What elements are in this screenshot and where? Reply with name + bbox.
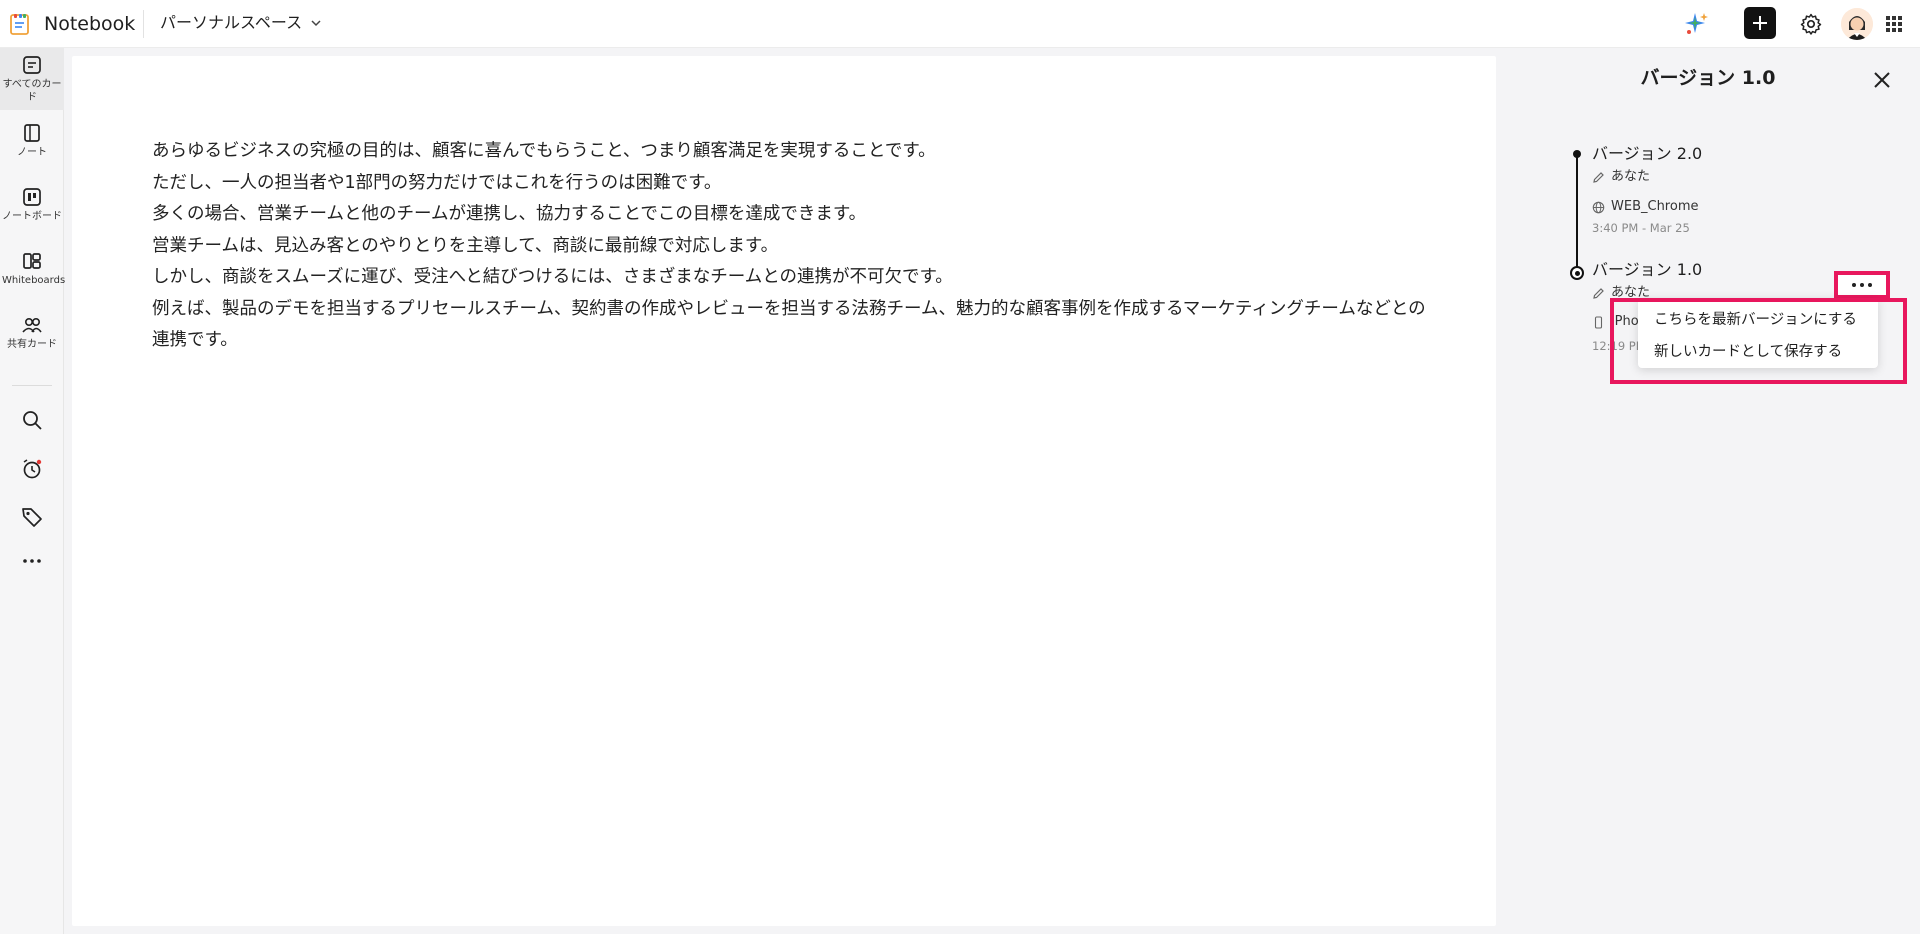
- tag-icon[interactable]: [20, 505, 44, 529]
- app-title: Notebook: [44, 13, 136, 35]
- timeline-current-marker: [1570, 266, 1584, 280]
- pencil-icon: [1593, 287, 1604, 299]
- sidebar-item-note[interactable]: ノート: [0, 122, 64, 159]
- sparkle-icon[interactable]: [1680, 8, 1712, 40]
- alarm-icon[interactable]: [20, 457, 44, 481]
- note-icon: [24, 124, 40, 142]
- version-device: WEB_Chrome: [1592, 198, 1698, 216]
- more-icon: [1852, 283, 1872, 287]
- all-cards-icon: [23, 56, 41, 74]
- pencil-icon: [1593, 171, 1604, 183]
- version-name[interactable]: バージョン 1.0: [1592, 259, 1702, 281]
- whiteboard-icon: [23, 253, 41, 269]
- sidebar-item-noteboard[interactable]: ノートボード: [0, 186, 64, 223]
- topbar-divider: [143, 10, 144, 38]
- avatar[interactable]: [1841, 8, 1873, 40]
- people-icon: [22, 318, 42, 333]
- sidebar-item-label: ノート: [17, 147, 47, 158]
- author-name: あなた: [1611, 169, 1651, 184]
- search-icon[interactable]: [20, 408, 44, 432]
- sidebar-item-label: 共有カード: [7, 339, 57, 350]
- timeline-dot: [1573, 150, 1581, 158]
- menu-item-make-latest[interactable]: こちらを最新バージョンにする: [1638, 304, 1878, 336]
- paragraph: しかし、商談をスムーズに運び、受注へと結びつけるには、さまざまなチームとの連携が…: [152, 267, 953, 287]
- sidebar-item-label: Whiteboards: [2, 275, 66, 286]
- paragraph: ただし、一人の担当者や1部門の努力だけではこれを行うのは困難です。: [152, 172, 722, 193]
- plus-icon: [1753, 16, 1767, 30]
- workspace-switcher[interactable]: パーソナルスペース: [160, 12, 322, 34]
- paragraph: 営業チームは、見込み客とのやりとりを主導して、商談に最前線で対応します。: [152, 235, 779, 256]
- add-button[interactable]: [1744, 7, 1776, 39]
- panel-title: バージョン 1.0: [1640, 67, 1776, 89]
- version-more-button[interactable]: [1834, 271, 1890, 299]
- note-body[interactable]: あらゆるビジネスの究極の目的は、顧客に喜んでもらうこと、つまり顧客満足を実現する…: [152, 136, 1442, 357]
- version-name[interactable]: バージョン 2.0: [1592, 143, 1702, 165]
- globe-icon: [1592, 201, 1605, 213]
- phone-icon: [1594, 315, 1603, 329]
- note-editor[interactable]: あらゆるビジネスの究極の目的は、顧客に喜んでもらうこと、つまり顧客満足を実現する…: [72, 56, 1496, 926]
- close-icon[interactable]: [1870, 68, 1894, 92]
- notebook-logo[interactable]: [8, 12, 32, 36]
- paragraph: あらゆるビジネスの究極の目的は、顧客に喜んでもらうこと、つまり顧客満足を実現する…: [152, 141, 936, 161]
- gear-icon[interactable]: [1795, 8, 1827, 40]
- top-bar: Notebook パーソナルスペース: [0, 0, 1920, 48]
- device-name: iPho: [1611, 314, 1639, 329]
- version-history-panel: バージョン 1.0 バージョン 2.0 あなた WEB_Chrome 3:40 …: [1496, 48, 1920, 934]
- menu-item-save-as-new-card[interactable]: 新しいカードとして保存する: [1638, 336, 1878, 368]
- noteboard-icon: [23, 188, 41, 206]
- apps-grid-icon[interactable]: [1878, 8, 1910, 40]
- sidebar-item-shared-cards[interactable]: 共有カード: [0, 314, 64, 351]
- sidebar-item-label: ノートボード: [2, 211, 62, 222]
- device-name: WEB_Chrome: [1611, 199, 1699, 214]
- paragraph: 多くの場合、営業チームと他のチームが連携し、協力することでこの目標を達成できます…: [152, 204, 867, 224]
- more-icon[interactable]: [20, 549, 44, 573]
- chevron-down-icon: [311, 20, 321, 27]
- timeline-line: [1576, 152, 1578, 270]
- left-sidebar: すべてのカード ノート ノートボード Whiteboards 共有カード: [0, 48, 66, 934]
- sidebar-divider: [12, 385, 52, 386]
- sidebar-item-label: すべてのカード: [2, 79, 62, 103]
- paragraph: 例えば、製品のデモを担当するプリセールスチーム、契約書の作成やレビューを担当する…: [152, 298, 1426, 351]
- workspace-name: パーソナルスペース: [160, 13, 303, 32]
- version-device: iPho: [1592, 313, 1639, 331]
- version-context-menu: こちらを最新バージョンにする 新しいカードとして保存する: [1638, 298, 1878, 368]
- version-time: 3:40 PM - Mar 25: [1592, 221, 1690, 235]
- sidebar-item-all-cards[interactable]: すべてのカード: [0, 48, 64, 110]
- version-author: あなた: [1592, 168, 1650, 186]
- sidebar-item-whiteboards[interactable]: Whiteboards: [0, 250, 66, 287]
